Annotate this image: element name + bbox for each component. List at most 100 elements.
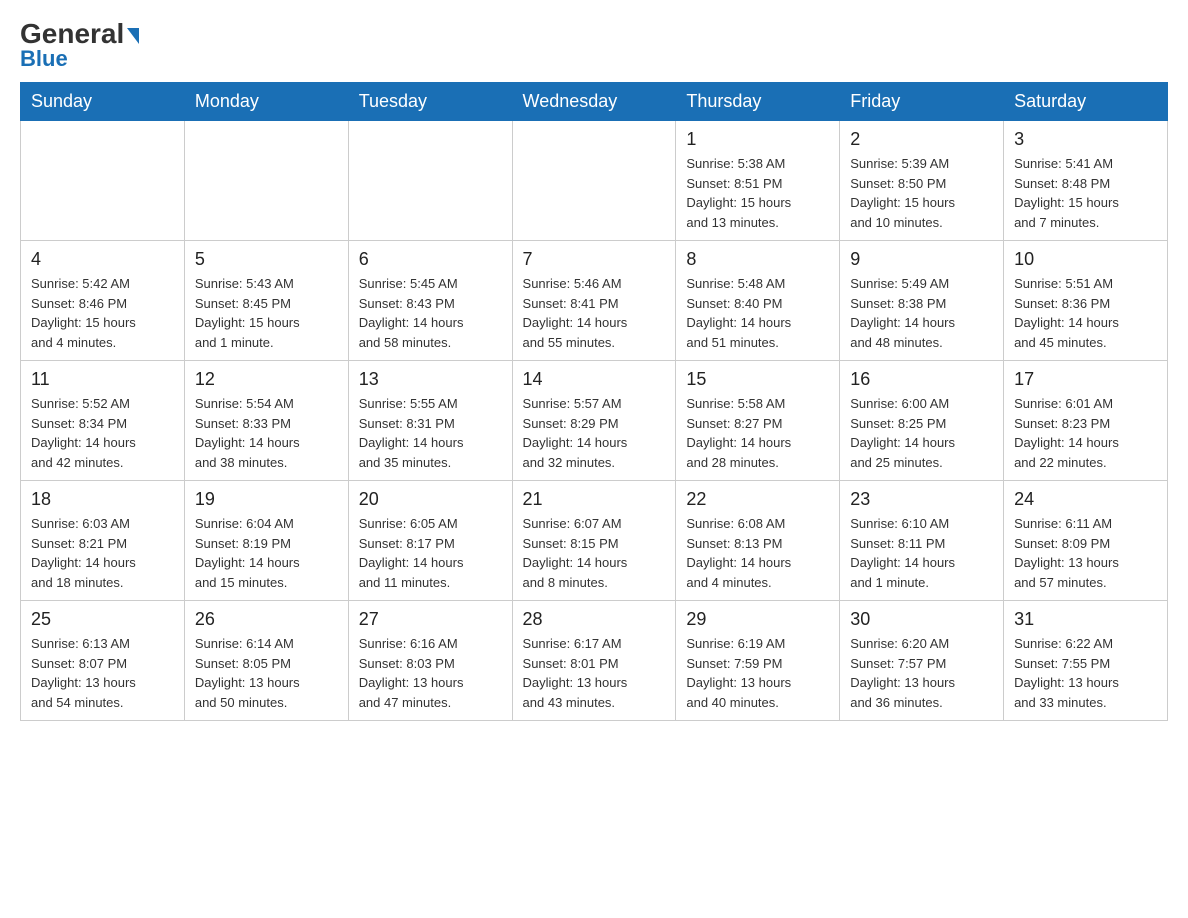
day-info: Sunrise: 6:10 AM Sunset: 8:11 PM Dayligh… [850,514,993,592]
day-number: 12 [195,369,338,390]
day-info: Sunrise: 6:07 AM Sunset: 8:15 PM Dayligh… [523,514,666,592]
day-number: 10 [1014,249,1157,270]
day-number: 6 [359,249,502,270]
day-info: Sunrise: 5:39 AM Sunset: 8:50 PM Dayligh… [850,154,993,232]
calendar-cell [184,121,348,241]
day-number: 1 [686,129,829,150]
calendar-cell: 10 Sunrise: 5:51 AM Sunset: 8:36 PM Dayli… [1004,241,1168,361]
day-number: 26 [195,609,338,630]
calendar-cell: 25 Sunrise: 6:13 AM Sunset: 8:07 PM Dayli… [21,601,185,721]
day-info: Sunrise: 5:49 AM Sunset: 8:38 PM Dayligh… [850,274,993,352]
day-number: 4 [31,249,174,270]
day-number: 8 [686,249,829,270]
calendar-cell: 5 Sunrise: 5:43 AM Sunset: 8:45 PM Daylig… [184,241,348,361]
calendar-cell: 9 Sunrise: 5:49 AM Sunset: 8:38 PM Daylig… [840,241,1004,361]
calendar-cell: 11 Sunrise: 5:52 AM Sunset: 8:34 PM Dayli… [21,361,185,481]
calendar-cell [512,121,676,241]
calendar-cell [21,121,185,241]
day-number: 30 [850,609,993,630]
calendar-cell: 2 Sunrise: 5:39 AM Sunset: 8:50 PM Daylig… [840,121,1004,241]
day-info: Sunrise: 5:45 AM Sunset: 8:43 PM Dayligh… [359,274,502,352]
day-info: Sunrise: 6:11 AM Sunset: 8:09 PM Dayligh… [1014,514,1157,592]
day-info: Sunrise: 6:03 AM Sunset: 8:21 PM Dayligh… [31,514,174,592]
page-header: General Blue [20,20,1168,72]
calendar-cell: 12 Sunrise: 5:54 AM Sunset: 8:33 PM Dayli… [184,361,348,481]
calendar-cell: 15 Sunrise: 5:58 AM Sunset: 8:27 PM Dayli… [676,361,840,481]
day-info: Sunrise: 6:05 AM Sunset: 8:17 PM Dayligh… [359,514,502,592]
day-number: 21 [523,489,666,510]
day-number: 28 [523,609,666,630]
calendar-cell: 19Sunrise: 6:04 AM Sunset: 8:19 PM Dayli… [184,481,348,601]
calendar-cell: 29 Sunrise: 6:19 AM Sunset: 7:59 PM Dayli… [676,601,840,721]
calendar-cell: 17 Sunrise: 6:01 AM Sunset: 8:23 PM Dayli… [1004,361,1168,481]
day-number: 13 [359,369,502,390]
day-number: 20 [359,489,502,510]
day-number: 25 [31,609,174,630]
day-number: 5 [195,249,338,270]
calendar-cell: 14 Sunrise: 5:57 AM Sunset: 8:29 PM Dayli… [512,361,676,481]
day-number: 23 [850,489,993,510]
calendar-cell [348,121,512,241]
day-info: Sunrise: 6:00 AM Sunset: 8:25 PM Dayligh… [850,394,993,472]
day-info: Sunrise: 5:52 AM Sunset: 8:34 PM Dayligh… [31,394,174,472]
day-info: Sunrise: 6:13 AM Sunset: 8:07 PM Dayligh… [31,634,174,712]
calendar-cell: 24 Sunrise: 6:11 AM Sunset: 8:09 PM Dayli… [1004,481,1168,601]
day-info: Sunrise: 6:01 AM Sunset: 8:23 PM Dayligh… [1014,394,1157,472]
calendar-cell: 7Sunrise: 5:46 AM Sunset: 8:41 PM Daylig… [512,241,676,361]
calendar-cell: 20 Sunrise: 6:05 AM Sunset: 8:17 PM Dayli… [348,481,512,601]
day-number: 31 [1014,609,1157,630]
day-info: Sunrise: 6:17 AM Sunset: 8:01 PM Dayligh… [523,634,666,712]
day-info: Sunrise: 6:04 AM Sunset: 8:19 PM Dayligh… [195,514,338,592]
calendar-cell: 16 Sunrise: 6:00 AM Sunset: 8:25 PM Dayli… [840,361,1004,481]
day-info: Sunrise: 5:46 AM Sunset: 8:41 PM Dayligh… [523,274,666,352]
day-info: Sunrise: 5:42 AM Sunset: 8:46 PM Dayligh… [31,274,174,352]
logo-general: General [20,20,139,48]
day-number: 22 [686,489,829,510]
day-info: Sunrise: 5:51 AM Sunset: 8:36 PM Dayligh… [1014,274,1157,352]
day-info: Sunrise: 6:19 AM Sunset: 7:59 PM Dayligh… [686,634,829,712]
day-info: Sunrise: 5:55 AM Sunset: 8:31 PM Dayligh… [359,394,502,472]
day-info: Sunrise: 6:20 AM Sunset: 7:57 PM Dayligh… [850,634,993,712]
day-number: 15 [686,369,829,390]
calendar-cell: 30 Sunrise: 6:20 AM Sunset: 7:57 PM Dayli… [840,601,1004,721]
day-number: 24 [1014,489,1157,510]
day-number: 17 [1014,369,1157,390]
calendar-cell: 31 Sunrise: 6:22 AM Sunset: 7:55 PM Dayli… [1004,601,1168,721]
day-info: Sunrise: 6:16 AM Sunset: 8:03 PM Dayligh… [359,634,502,712]
day-info: Sunrise: 5:38 AM Sunset: 8:51 PM Dayligh… [686,154,829,232]
calendar-cell: 28 Sunrise: 6:17 AM Sunset: 8:01 PM Dayli… [512,601,676,721]
day-number: 29 [686,609,829,630]
calendar-cell: 8 Sunrise: 5:48 AM Sunset: 8:40 PM Daylig… [676,241,840,361]
column-header-friday: Friday [840,83,1004,121]
day-number: 27 [359,609,502,630]
calendar-cell: 13 Sunrise: 5:55 AM Sunset: 8:31 PM Dayli… [348,361,512,481]
column-header-tuesday: Tuesday [348,83,512,121]
calendar-cell: 26Sunrise: 6:14 AM Sunset: 8:05 PM Dayli… [184,601,348,721]
calendar-cell: 21 Sunrise: 6:07 AM Sunset: 8:15 PM Dayli… [512,481,676,601]
calendar-cell: 1 Sunrise: 5:38 AM Sunset: 8:51 PM Daylig… [676,121,840,241]
day-number: 2 [850,129,993,150]
day-number: 18 [31,489,174,510]
column-header-wednesday: Wednesday [512,83,676,121]
day-number: 11 [31,369,174,390]
day-info: Sunrise: 6:22 AM Sunset: 7:55 PM Dayligh… [1014,634,1157,712]
day-info: Sunrise: 5:43 AM Sunset: 8:45 PM Dayligh… [195,274,338,352]
logo-blue: Blue [20,46,68,72]
calendar-table: SundayMondayTuesdayWednesdayThursdayFrid… [20,82,1168,721]
day-number: 9 [850,249,993,270]
day-info: Sunrise: 5:48 AM Sunset: 8:40 PM Dayligh… [686,274,829,352]
column-header-thursday: Thursday [676,83,840,121]
day-info: Sunrise: 5:57 AM Sunset: 8:29 PM Dayligh… [523,394,666,472]
day-number: 16 [850,369,993,390]
day-info: Sunrise: 5:54 AM Sunset: 8:33 PM Dayligh… [195,394,338,472]
calendar-cell: 6 Sunrise: 5:45 AM Sunset: 8:43 PM Daylig… [348,241,512,361]
calendar-cell: 18 Sunrise: 6:03 AM Sunset: 8:21 PM Dayli… [21,481,185,601]
day-number: 3 [1014,129,1157,150]
calendar-cell: 22 Sunrise: 6:08 AM Sunset: 8:13 PM Dayli… [676,481,840,601]
day-number: 14 [523,369,666,390]
column-header-sunday: Sunday [21,83,185,121]
day-info: Sunrise: 6:08 AM Sunset: 8:13 PM Dayligh… [686,514,829,592]
calendar-cell: 3 Sunrise: 5:41 AM Sunset: 8:48 PM Daylig… [1004,121,1168,241]
day-info: Sunrise: 5:41 AM Sunset: 8:48 PM Dayligh… [1014,154,1157,232]
day-info: Sunrise: 5:58 AM Sunset: 8:27 PM Dayligh… [686,394,829,472]
